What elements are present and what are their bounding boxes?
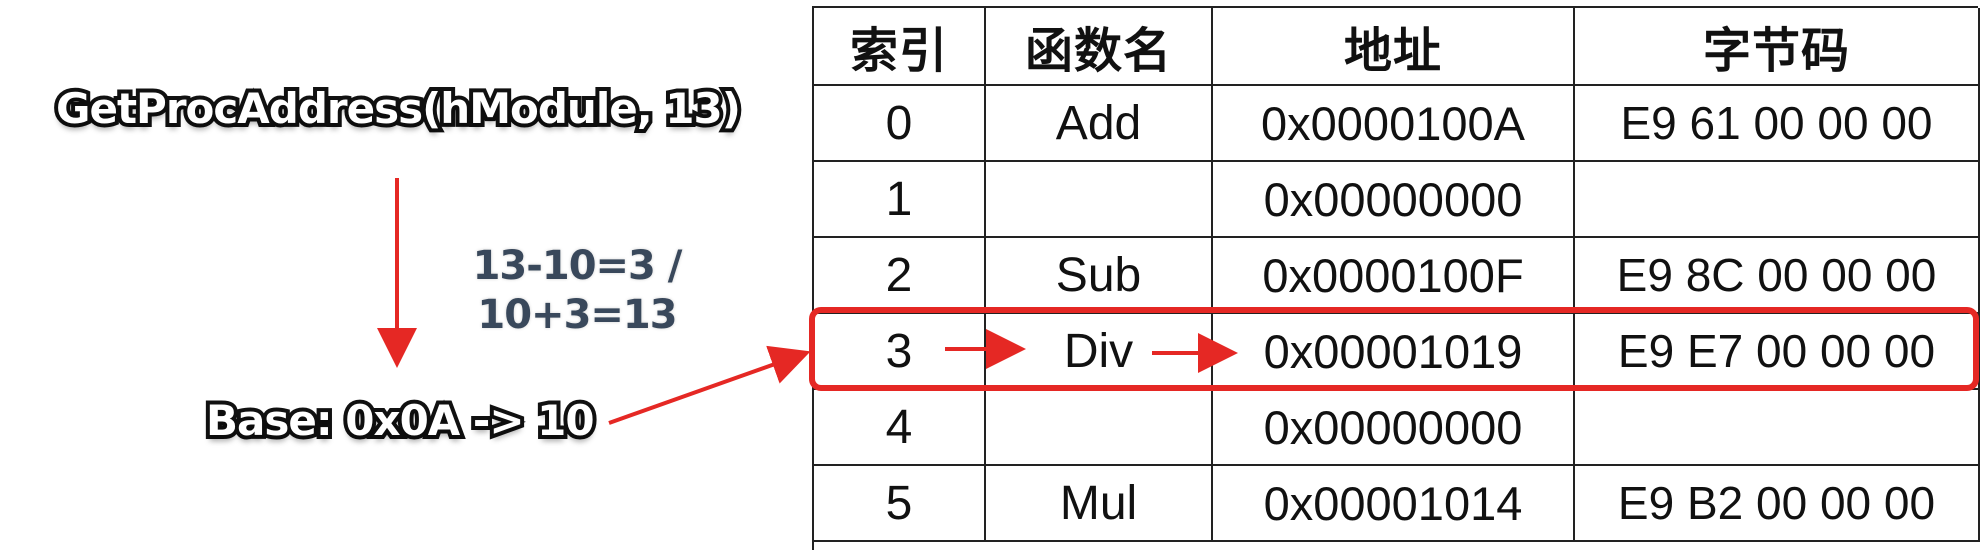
table-cell-index-5: 5 xyxy=(814,466,986,542)
table-cell-function-name-2: Sub xyxy=(986,238,1213,314)
table-cell-bytecode-4 xyxy=(1575,390,1980,466)
table-cell-address-5: 0x00001014 xyxy=(1213,466,1575,542)
base-value-label: Base: 0x0A -> 10 xyxy=(202,396,599,446)
table-cell-index-2: 2 xyxy=(814,238,986,314)
table-cell-function-name-3: Div xyxy=(986,314,1213,390)
table-cell-function-name-1 xyxy=(986,162,1213,238)
table-cell-address-0: 0x0000100A xyxy=(1213,86,1575,162)
table-cell-index-3: 3 xyxy=(814,314,986,390)
table-cell-function-name-5: Mul xyxy=(986,466,1213,542)
table-cell-bytecode-0: E9 61 00 00 00 xyxy=(1575,86,1980,162)
table-cell-index-4: 4 xyxy=(814,390,986,466)
table-cell-bytecode-3: E9 E7 00 00 00 xyxy=(1575,314,1980,390)
table-cell-address-1: 0x00000000 xyxy=(1213,162,1575,238)
table-header-bytecode: 字节码 xyxy=(1575,8,1980,86)
getprocaddress-call-label: GetProcAddress(hModule, 13) xyxy=(52,84,745,134)
table-cell-bytecode-2: E9 8C 00 00 00 xyxy=(1575,238,1980,314)
table-cell-address-3: 0x00001019 xyxy=(1213,314,1575,390)
diagram-stage: GetProcAddress(hModule, 13) 13-10=3 / 10… xyxy=(0,0,1982,550)
diagonal-arrow-icon xyxy=(608,345,811,425)
table-cell-function-name-4 xyxy=(986,390,1213,466)
index-calculation-label: 13-10=3 / 10+3=13 xyxy=(469,240,686,342)
table-cell-index-1: 1 xyxy=(814,162,986,238)
table-header-function-name: 函数名 xyxy=(986,8,1213,86)
table-cell-bytecode-1 xyxy=(1575,162,1980,238)
table-cell-function-name-0: Add xyxy=(986,86,1213,162)
table-cell-index-0: 0 xyxy=(814,86,986,162)
table-header-index: 索引 xyxy=(814,8,986,86)
table-cell-address-4: 0x00000000 xyxy=(1213,390,1575,466)
table-cell-address-2: 0x0000100F xyxy=(1213,238,1575,314)
export-table: 索引 函数名 地址 字节码 0 Add 0x0000100A E9 61 00 … xyxy=(812,6,1980,550)
table-header-address: 地址 xyxy=(1213,8,1575,86)
table-cell-bytecode-5: E9 B2 00 00 00 xyxy=(1575,466,1980,542)
